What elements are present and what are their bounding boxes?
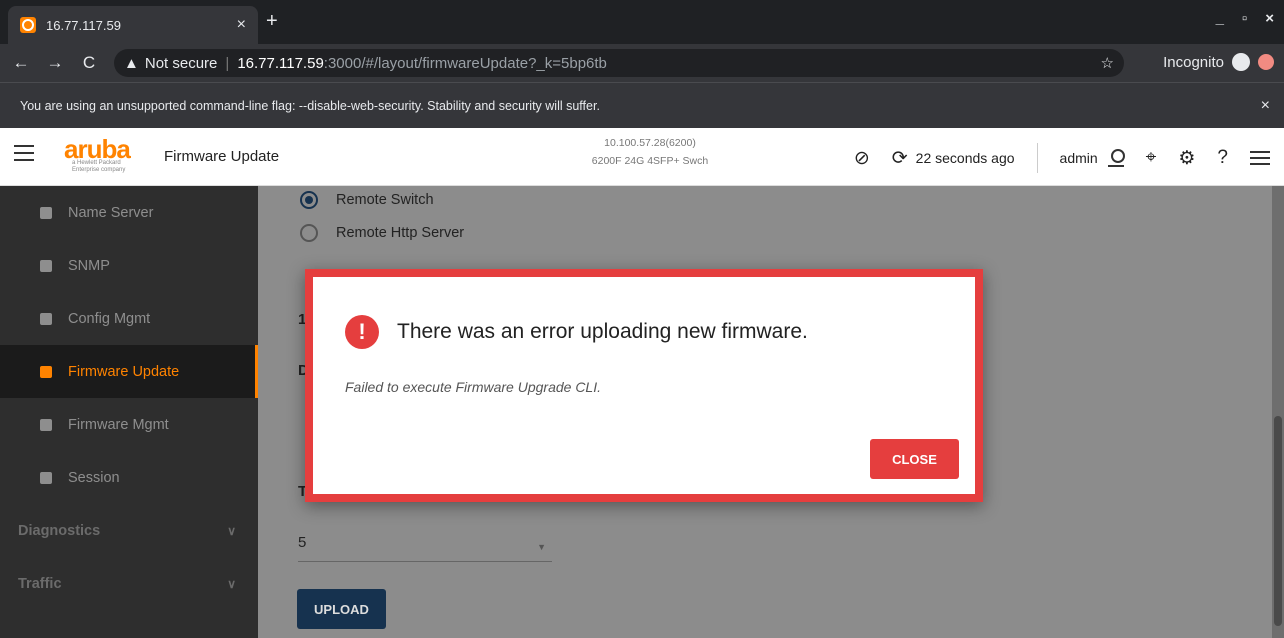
- incognito-icon: [1232, 53, 1250, 71]
- snmp-icon: [40, 259, 52, 272]
- reload-icon[interactable]: C: [76, 53, 102, 73]
- tab-title: 16.77.117.59: [46, 17, 121, 33]
- more-menu-icon[interactable]: [1250, 151, 1270, 165]
- chevron-down-icon: ∨: [227, 523, 236, 538]
- radio-remote-http[interactable]: Remote Http Server: [300, 224, 464, 242]
- scrollbar-thumb[interactable]: [1274, 416, 1282, 626]
- minimize-icon[interactable]: _: [1216, 10, 1224, 27]
- bookmark-star-icon[interactable]: ☆: [1101, 54, 1114, 72]
- radio-checked-icon: [300, 191, 318, 209]
- timeout-value: 5: [298, 534, 307, 551]
- infobar-message: You are using an unsupported command-lin…: [20, 98, 600, 113]
- sidebar-group-diagnostics[interactable]: Diagnostics ∨: [0, 504, 258, 557]
- sidebar-item-label: Name Server: [68, 204, 154, 221]
- username: admin: [1059, 150, 1098, 166]
- unsupported-flag-infobar: You are using an unsupported command-lin…: [0, 82, 1284, 128]
- sidebar-group-label: Diagnostics: [18, 522, 101, 539]
- page-scrollbar[interactable]: [1272, 186, 1284, 638]
- user-icon: [1107, 149, 1125, 167]
- locator-off-icon[interactable]: ⊘: [854, 147, 870, 170]
- radio-label: Remote Http Server: [336, 225, 465, 241]
- device-ip: 10.100.57.28(6200): [604, 137, 696, 149]
- upload-button[interactable]: UPLOAD: [297, 589, 386, 629]
- url-input[interactable]: ▲ Not secure | 16.77.117.59 :3000/#/layo…: [114, 49, 1124, 77]
- restore-icon[interactable]: ▫: [1242, 10, 1247, 27]
- browser-tab[interactable]: 16.77.117.59 ×: [8, 6, 258, 44]
- sidebar-item-label: Firmware Update: [68, 363, 180, 380]
- sidebar-item-session[interactable]: Session: [0, 451, 258, 504]
- sidebar-item-snmp[interactable]: SNMP: [0, 239, 258, 292]
- sidebar-item-firmware-update[interactable]: Firmware Update: [0, 345, 258, 398]
- sidebar: Name Server SNMP Config Mgmt Firmware Up…: [0, 186, 258, 638]
- aruba-logo[interactable]: aruba a Hewlett Packard Enterprise compa…: [64, 134, 144, 174]
- radio-label: Remote Switch: [336, 192, 434, 208]
- sidebar-item-firmware-mgmt[interactable]: Firmware Mgmt: [0, 398, 258, 451]
- sidebar-item-label: Config Mgmt: [68, 310, 151, 327]
- help-icon[interactable]: ?: [1217, 147, 1228, 169]
- dialog-header: ! There was an error uploading new firmw…: [345, 315, 808, 349]
- dialog-title: There was an error uploading new firmwar…: [397, 320, 808, 343]
- sidebar-item-label: SNMP: [68, 257, 110, 274]
- dropdown-caret-icon: ▼: [537, 542, 546, 552]
- forward-icon[interactable]: →: [42, 53, 68, 73]
- chevron-down-icon: ∨: [227, 576, 236, 591]
- window-close-icon[interactable]: ×: [1265, 10, 1274, 27]
- radio-remote-switch[interactable]: Remote Switch: [300, 191, 434, 209]
- header-actions: ⊘ ⟳ 22 seconds ago admin ⌖ ⚙ ?: [854, 143, 1270, 173]
- new-tab-button[interactable]: +: [266, 10, 278, 33]
- nav-menu-icon[interactable]: [14, 145, 34, 161]
- sidebar-item-name-server[interactable]: Name Server: [0, 186, 258, 239]
- sidebar-group-label: Traffic: [18, 575, 62, 592]
- app-header: aruba a Hewlett Packard Enterprise compa…: [0, 128, 1284, 186]
- warning-icon: ▲: [124, 54, 139, 72]
- server-icon: [40, 206, 52, 219]
- incognito-label: Incognito: [1163, 53, 1224, 71]
- sidebar-item-config-mgmt[interactable]: Config Mgmt: [0, 292, 258, 345]
- refresh-icon: ⟳: [891, 147, 908, 169]
- device-info: 10.100.57.28(6200) 6200F 24G 4SFP+ Swch: [580, 134, 720, 170]
- address-bar-row: ← → C ▲ Not secure | 16.77.117.59 :3000/…: [0, 44, 1284, 82]
- wrench-icon: [40, 312, 52, 325]
- user-menu[interactable]: admin: [1059, 149, 1125, 167]
- tab-close-icon[interactable]: ×: [237, 16, 246, 34]
- aruba-favicon-icon: [20, 17, 36, 33]
- dialog-message: Failed to execute Firmware Upgrade CLI.: [345, 379, 601, 395]
- profile-icon[interactable]: [1258, 54, 1274, 70]
- logo-text: aruba: [64, 134, 131, 164]
- close-button[interactable]: CLOSE: [870, 439, 959, 479]
- firmware-update-icon: [40, 365, 52, 378]
- incognito-indicator[interactable]: Incognito: [1163, 53, 1274, 71]
- session-icon: [40, 471, 52, 484]
- url-host: 16.77.117.59: [237, 54, 324, 72]
- gear-icon[interactable]: ⚙: [1178, 147, 1195, 170]
- radio-unchecked-icon: [300, 224, 318, 242]
- not-secure-label[interactable]: Not secure: [145, 55, 218, 72]
- logo-subtext: a Hewlett Packard Enterprise company: [72, 160, 126, 173]
- timeout-select[interactable]: 5 ▼: [298, 530, 552, 562]
- pin-off-icon[interactable]: ⌖: [1146, 147, 1157, 169]
- url-separator: |: [225, 54, 230, 72]
- sidebar-group-traffic[interactable]: Traffic ∨: [0, 557, 258, 610]
- infobar-close-icon[interactable]: ×: [1261, 97, 1270, 115]
- sidebar-item-label: Session: [68, 469, 120, 486]
- window-controls: _ ▫ ×: [1216, 10, 1274, 27]
- back-icon[interactable]: ←: [8, 53, 34, 73]
- device-model: 6200F 24G 4SFP+ Swch: [591, 155, 709, 167]
- url-path: :3000/#/layout/firmwareUpdate?_k=5bp6tb: [323, 54, 607, 72]
- chip-icon: [40, 418, 52, 431]
- sidebar-item-label: Firmware Mgmt: [68, 416, 169, 433]
- refresh-status[interactable]: ⟳ 22 seconds ago: [892, 147, 1015, 170]
- browser-tab-strip: 16.77.117.59 × + _ ▫ ×: [0, 0, 1284, 44]
- page-title: Firmware Update: [164, 148, 280, 165]
- error-icon: !: [345, 315, 379, 349]
- refresh-time: 22 seconds ago: [915, 150, 1015, 166]
- error-dialog: ! There was an error uploading new firmw…: [305, 269, 983, 502]
- header-divider: [1036, 143, 1038, 173]
